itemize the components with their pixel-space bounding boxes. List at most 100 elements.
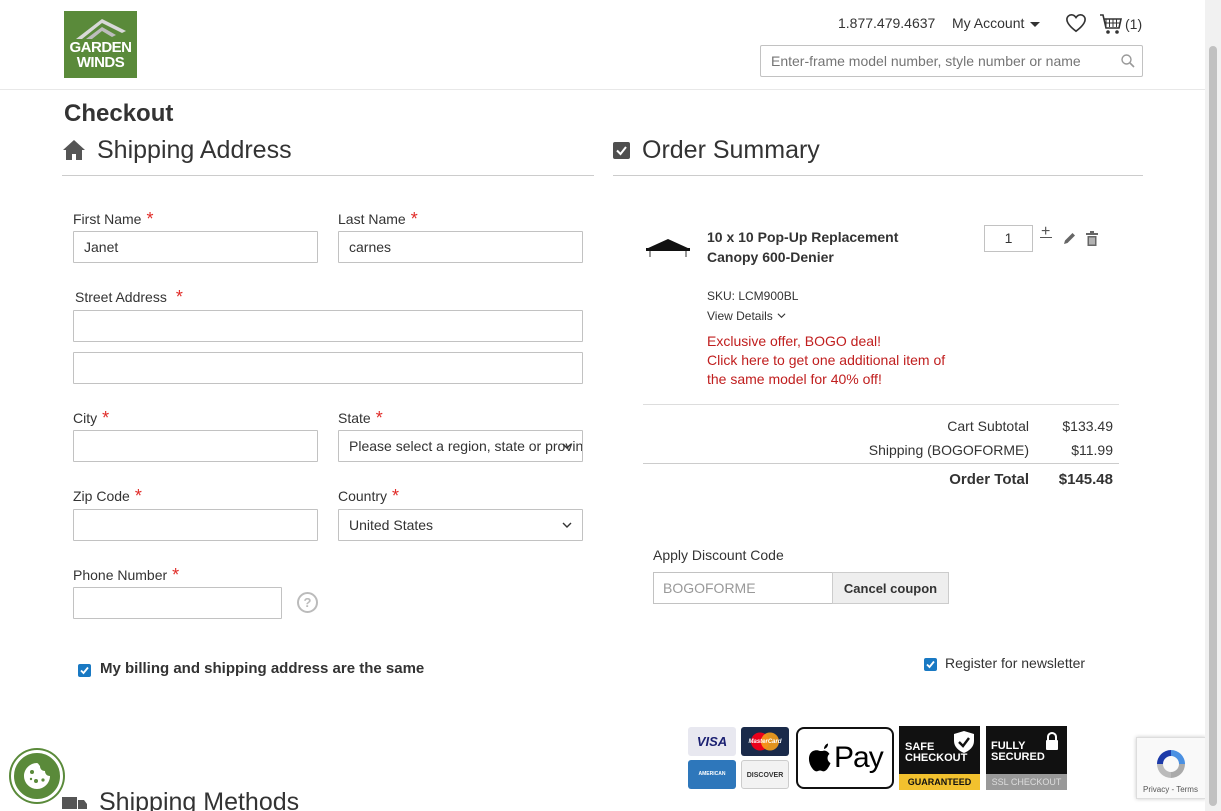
product-sku: SKU: LCM900BL — [707, 289, 799, 303]
safe-checkout-badge: SAFE CHECKOUT GUARANTEED — [899, 726, 980, 790]
discount-code-label: Apply Discount Code — [653, 547, 784, 563]
required-mark: * — [134, 486, 142, 506]
phone-number[interactable]: 1.877.479.4637 — [838, 15, 935, 31]
street-address-label: Street Address * — [75, 287, 183, 307]
discover-logo: DISCOVER — [741, 760, 789, 789]
country-select[interactable]: United States — [338, 509, 583, 541]
newsletter-checkbox[interactable] — [924, 658, 937, 671]
truck-icon — [62, 797, 87, 809]
phone-number-label: Phone Number * — [73, 565, 180, 585]
bogo-offer-line1: Exclusive offer, BOGO deal! — [707, 333, 882, 349]
street-address-line1-field[interactable] — [73, 310, 583, 342]
apple-pay-badge: Pay — [796, 727, 894, 789]
first-name-label: First Name * — [73, 209, 154, 229]
ssl-line2: SECURED — [991, 751, 1045, 763]
ssl-secured-badge: FULLY SECURED SSL CHECKOUT — [986, 726, 1067, 790]
page-scrollbar[interactable] — [1205, 0, 1221, 811]
apple-icon — [808, 743, 831, 772]
apple-pay-text: Pay — [834, 741, 884, 774]
cart-subtotal-label: Cart Subtotal — [947, 418, 1029, 434]
scrollbar-thumb[interactable] — [1209, 46, 1217, 806]
required-mark: * — [175, 287, 183, 307]
cart-icon[interactable] — [1099, 13, 1123, 35]
chevron-down-icon — [1030, 21, 1041, 27]
recaptcha-links[interactable]: Privacy - Terms — [1143, 785, 1198, 794]
checkmark-icon — [80, 666, 89, 675]
shipping-methods-title: Shipping Methods — [99, 788, 300, 811]
zip-code-field[interactable] — [73, 509, 318, 541]
safe-line2: CHECKOUT — [905, 752, 968, 764]
site-header: GARDEN WINDS 1.877.479.4637 My Account (… — [0, 0, 1205, 90]
logo-roof-icon — [76, 19, 126, 39]
newsletter-label[interactable]: Register for newsletter — [945, 655, 1085, 671]
bogo-offer-link[interactable]: Exclusive offer, BOGO deal! Click here t… — [707, 332, 957, 389]
product-name[interactable]: 10 x 10 Pop-Up Replacement Canopy 600-De… — [707, 227, 907, 267]
help-icon[interactable]: ? — [297, 592, 318, 613]
discount-code-field[interactable] — [653, 572, 833, 604]
my-account-label: My Account — [952, 15, 1025, 31]
checkmark-icon — [926, 660, 935, 669]
billing-same-label[interactable]: My billing and shipping address are the … — [100, 660, 424, 677]
city-label: City * — [73, 408, 110, 428]
mastercard-logo: MasterCard — [741, 727, 789, 756]
recaptcha-icon — [1157, 750, 1185, 778]
lock-icon — [1046, 732, 1058, 750]
ssl-checkout: SSL CHECKOUT — [986, 774, 1067, 790]
cart-subtotal-value: $133.49 — [1062, 418, 1113, 434]
phone-number-field[interactable] — [73, 587, 282, 619]
view-details-toggle[interactable]: View Details — [707, 309, 786, 323]
product-thumbnail[interactable] — [644, 237, 692, 257]
bogo-offer-line2: Click here to get one additional item of… — [707, 352, 946, 387]
chevron-down-icon — [562, 443, 572, 449]
amex-logo: AMERICAN EXPRESS — [688, 760, 736, 806]
state-select[interactable]: Please select a region, state or provinc… — [338, 430, 583, 462]
page-title: Checkout — [64, 100, 174, 127]
view-details-label: View Details — [707, 309, 773, 323]
state-select-value: Please select a region, state or provinc… — [349, 438, 583, 454]
billing-same-checkbox[interactable] — [78, 664, 91, 677]
trash-icon[interactable] — [1086, 231, 1098, 246]
country-select-value: United States — [349, 517, 434, 533]
state-label: State * — [338, 408, 383, 428]
order-summary-title: Order Summary — [642, 136, 820, 164]
my-account-menu[interactable]: My Account — [952, 15, 1041, 31]
last-name-label: Last Name * — [338, 209, 418, 229]
divider — [643, 463, 1119, 464]
garden-winds-logo[interactable]: GARDEN WINDS — [64, 11, 137, 78]
cancel-coupon-button[interactable]: Cancel coupon — [832, 572, 949, 604]
chevron-down-icon — [562, 522, 572, 528]
safe-guaranteed: GUARANTEED — [899, 774, 980, 790]
recaptcha-badge[interactable]: Privacy - Terms — [1136, 737, 1206, 799]
required-mark: * — [410, 209, 418, 229]
street-address-line2-field[interactable] — [73, 352, 583, 384]
first-name-field[interactable] — [73, 231, 318, 263]
zip-code-label: Zip Code * — [73, 486, 142, 506]
pencil-icon[interactable] — [1062, 231, 1077, 246]
required-mark: * — [172, 565, 180, 585]
heart-icon[interactable] — [1065, 13, 1087, 33]
country-label: Country * — [338, 486, 400, 506]
checkbox-icon — [613, 142, 630, 159]
home-icon — [63, 140, 85, 160]
cart-count[interactable]: (1) — [1125, 16, 1142, 32]
search-input[interactable] — [760, 45, 1143, 77]
divider — [643, 404, 1119, 405]
city-field[interactable] — [73, 430, 318, 462]
last-name-field[interactable] — [338, 231, 583, 263]
cookie-settings-button[interactable] — [11, 750, 63, 802]
chevron-down-icon — [777, 313, 786, 319]
logo-line1: GARDEN — [69, 39, 132, 56]
shipping-cost-label: Shipping (BOGOFORME) — [868, 442, 1029, 458]
order-total-value: $145.48 — [1058, 471, 1113, 488]
cookie-icon — [24, 763, 50, 789]
required-mark: * — [146, 209, 154, 229]
shipping-address-header: Shipping Address — [62, 136, 594, 176]
decrease-quantity-button[interactable] — [1040, 237, 1052, 238]
logo-line2: WINDS — [76, 54, 125, 71]
required-mark: * — [392, 486, 400, 506]
required-mark: * — [375, 408, 383, 428]
visa-logo: VISA — [688, 727, 736, 756]
search-icon[interactable] — [1120, 53, 1136, 69]
quantity-field[interactable]: 1 — [984, 225, 1033, 252]
order-total-label: Order Total — [949, 471, 1029, 488]
